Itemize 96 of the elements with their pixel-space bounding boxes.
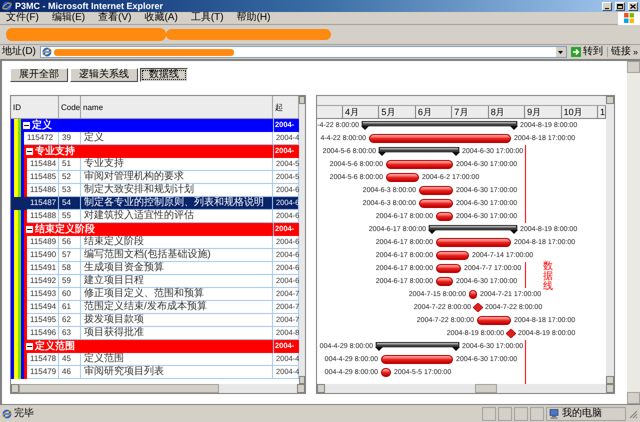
status-text: 完毕 — [14, 408, 35, 418]
collapse-icon[interactable] — [26, 226, 33, 233]
level-stripe-bar — [11, 184, 27, 197]
window-title: P3MC - Microsoft Internet Explorer — [15, 2, 164, 10]
status-panel — [498, 406, 512, 420]
arrow-icon — [570, 47, 581, 57]
level-stripe-bar — [11, 353, 27, 366]
task-bar[interactable] — [436, 251, 469, 260]
browser-icon — [2, 1, 12, 11]
month-header: 10月 — [562, 106, 598, 118]
minimize-button[interactable] — [602, 2, 612, 10]
table-cell: 审阅研究项目列表 — [81, 366, 273, 379]
collapse-icon[interactable] — [26, 148, 33, 155]
menu-item[interactable]: 查看(V) — [98, 13, 132, 23]
computer-icon — [549, 408, 559, 418]
level-stripe-bar — [11, 145, 24, 158]
today-label: 数据线 — [543, 262, 553, 292]
milestone-diamond[interactable] — [473, 303, 483, 312]
month-header: 5月 — [379, 106, 416, 118]
group-name: 定义 — [32, 119, 52, 132]
toolbar-button[interactable]: 逻辑关系线 — [70, 68, 138, 82]
month-header: 8月 — [488, 106, 526, 118]
horizontal-scrollbar[interactable] — [11, 384, 305, 393]
summary-bar[interactable] — [375, 342, 460, 351]
level-stripe-bar — [11, 223, 24, 236]
level-stripe-bar — [11, 210, 27, 223]
group-name: 结束定义阶段 — [35, 223, 95, 236]
task-bar[interactable] — [419, 186, 453, 195]
level-stripe-bar — [11, 340, 24, 353]
status-panel — [530, 406, 544, 420]
task-bar[interactable] — [369, 134, 511, 143]
address-label: 地址(D) — [2, 47, 37, 57]
page-scrollbar[interactable] — [627, 61, 640, 404]
summary-bar[interactable] — [378, 147, 460, 156]
horizontal-scrollbar[interactable] — [317, 384, 614, 393]
task-bar[interactable] — [436, 212, 453, 221]
resize-grip-icon[interactable] — [628, 408, 638, 418]
close-button[interactable] — [628, 2, 638, 10]
links-label[interactable]: 链接 — [606, 47, 631, 57]
task-bar[interactable] — [419, 199, 453, 208]
task-bar[interactable] — [436, 238, 511, 247]
menu-item[interactable]: 收藏(A) — [144, 13, 178, 23]
level-stripe-bar — [11, 262, 27, 275]
toolbar-button[interactable]: 展开全部 — [10, 68, 68, 82]
zone-text: 我的电脑 — [562, 408, 602, 418]
collapse-icon[interactable] — [23, 122, 30, 129]
group-name: 定义范围 — [35, 340, 75, 353]
level-stripe-bar — [11, 249, 27, 262]
page-icon — [42, 47, 52, 57]
caret-icon — [558, 50, 564, 54]
table-cell: 115479 — [27, 366, 59, 379]
address-field[interactable] — [40, 46, 567, 58]
level-stripe-bar — [11, 301, 27, 314]
month-header: 6月 — [416, 106, 452, 118]
status-panel — [482, 406, 496, 420]
level-stripe-bar — [11, 366, 27, 379]
menu-item[interactable]: 文件(F) — [6, 13, 39, 23]
go-button[interactable]: 转到 — [568, 46, 605, 58]
task-bar[interactable] — [381, 368, 391, 377]
task-bar[interactable] — [469, 290, 477, 299]
level-stripe-bar — [11, 171, 27, 184]
task-bar[interactable] — [381, 355, 453, 364]
chevron-button[interactable]: » — [632, 48, 638, 56]
menu-item[interactable]: 编辑(E) — [52, 13, 86, 23]
task-bar[interactable] — [436, 264, 461, 273]
summary-bar[interactable] — [428, 225, 518, 234]
level-stripe-bar — [11, 119, 21, 132]
level-stripe-bar — [11, 158, 27, 171]
level-stripe-bar — [11, 132, 24, 145]
level-stripe-bar — [11, 327, 27, 340]
table-cell: 46 — [59, 366, 81, 379]
task-bar[interactable] — [386, 160, 453, 169]
vertical-scrollbar[interactable] — [606, 96, 614, 384]
task-bar[interactable] — [386, 173, 419, 182]
level-stripe-bar — [11, 288, 27, 301]
vertical-scrollbar[interactable] — [299, 96, 305, 384]
level-stripe-bar — [11, 275, 27, 288]
summary-bar[interactable] — [361, 121, 518, 130]
level-stripe-bar — [11, 314, 27, 327]
month-header: 4月 — [342, 106, 380, 118]
menu-item[interactable]: 工具(T) — [190, 13, 224, 23]
month-header: 9月 — [525, 106, 562, 118]
status-panel — [514, 406, 528, 420]
page-icon — [2, 408, 12, 418]
four-color-flag-icon — [624, 13, 634, 23]
task-bar[interactable] — [477, 316, 511, 325]
dropdown-button[interactable] — [556, 47, 566, 57]
toolbar-button[interactable]: 数据线 — [140, 68, 188, 82]
level-stripe-bar — [11, 236, 27, 249]
task-bar[interactable] — [436, 277, 453, 286]
month-header: 7月 — [452, 106, 489, 118]
milestone-diamond[interactable] — [506, 329, 516, 338]
group-name: 专业支持 — [35, 145, 75, 158]
menu-item[interactable]: 帮助(H) — [236, 13, 270, 23]
collapse-icon[interactable] — [26, 343, 33, 350]
maximize-button[interactable] — [615, 2, 625, 10]
